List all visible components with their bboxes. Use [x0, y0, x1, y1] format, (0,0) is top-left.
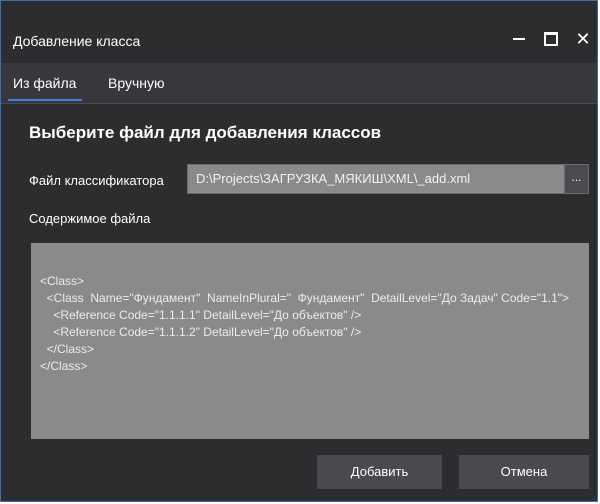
close-button[interactable]: ✕ [569, 25, 597, 53]
file-contents-viewer[interactable]: <Class> <Class Name="Фундамент" NameInPl… [31, 243, 589, 439]
cancel-button[interactable]: Отмена [459, 455, 589, 489]
minimize-icon [513, 37, 525, 40]
title-bar[interactable]: Добавление класса ✕ [1, 1, 597, 63]
xml-line: </Class> [40, 359, 88, 373]
close-icon: ✕ [575, 29, 591, 49]
add-button[interactable]: Добавить [317, 455, 442, 489]
maximize-button[interactable] [537, 25, 565, 53]
xml-line: <Class Name="Фундамент" NameInPlural=" Ф… [40, 291, 570, 305]
xml-line: <Class> [40, 274, 85, 288]
section-heading: Выберите файл для добавления классов [29, 123, 382, 142]
xml-line: <Reference Code="1.1.1.1" DetailLevel="Д… [40, 308, 362, 322]
active-tab-indicator [8, 99, 82, 101]
browse-button[interactable]: ... [564, 164, 589, 194]
minimize-button[interactable] [505, 25, 533, 53]
xml-line: </Class> [40, 342, 95, 356]
contents-label: Содержимое файла [29, 211, 151, 226]
dialog-window: Добавление класса ✕ Из файла Вручную Выб… [0, 0, 598, 502]
tab-manual[interactable]: Вручную [108, 63, 165, 103]
window-title: Добавление класса [13, 33, 141, 49]
maximize-icon [544, 31, 558, 46]
xml-line: <Reference Code="1.1.1.2" DetailLevel="Д… [40, 325, 362, 339]
file-label: Файл классификатора [29, 173, 164, 188]
tab-bar: Из файла Вручную [1, 63, 597, 104]
tab-from-file[interactable]: Из файла [13, 63, 76, 103]
file-path-field[interactable]: D:\Projects\ЗАГРУЗКА_МЯКИШ\XML\_add.xml [187, 164, 565, 194]
